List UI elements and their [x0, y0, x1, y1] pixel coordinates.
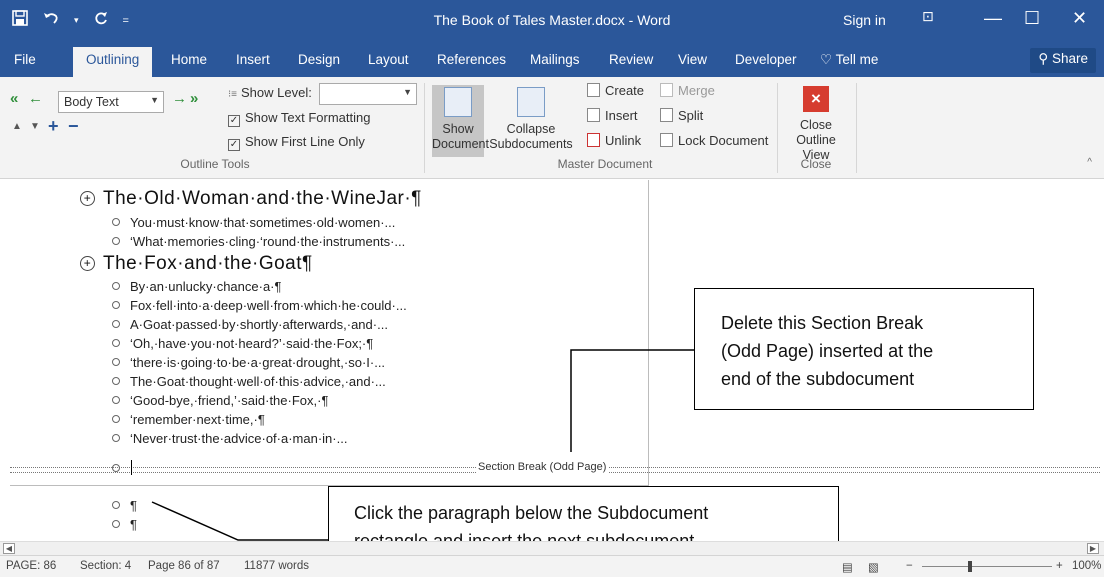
lock-icon — [660, 133, 673, 147]
unlink-subdocument-button[interactable]: Unlink — [587, 133, 641, 148]
status-word-count[interactable]: 11877 words — [244, 560, 309, 572]
close-outline-view-button[interactable]: × Close Outline View — [782, 86, 850, 163]
expand-icon[interactable]: + — [48, 116, 59, 137]
status-page[interactable]: PAGE: 86 — [6, 560, 56, 572]
callout-click-paragraph: Click the paragraph below the Subdocumen… — [328, 486, 839, 541]
show-level-label: ⁝≡ Show Level: — [228, 85, 312, 100]
promote-to-heading1-icon[interactable]: « — [10, 90, 18, 107]
show-text-formatting-checkbox[interactable]: ✓ Show Text Formatting — [228, 110, 370, 127]
lock-document-button[interactable]: Lock Document — [660, 133, 768, 148]
insert-icon — [587, 108, 600, 122]
scroll-left-icon[interactable]: ◀ — [3, 543, 15, 554]
demote-to-body-text-icon[interactable]: » — [190, 90, 198, 107]
collapse-ribbon-icon[interactable]: ^ — [1087, 157, 1092, 168]
status-page-count[interactable]: Page 86 of 87 — [148, 560, 220, 572]
document-area[interactable]: + The·Old·Woman·and·the·WineJar·¶ You·mus… — [0, 180, 1104, 541]
tab-mailings[interactable]: Mailings — [530, 52, 580, 67]
callout-delete-section-break: Delete this Section Break (Odd Page) ins… — [694, 288, 1034, 410]
zoom-level[interactable]: 100% — [1072, 560, 1101, 572]
tab-view[interactable]: View — [678, 52, 707, 67]
group-separator — [856, 83, 857, 173]
tab-home[interactable]: Home — [171, 52, 207, 67]
tab-review[interactable]: Review — [609, 52, 653, 67]
move-down-icon[interactable]: ▼ — [30, 121, 40, 132]
split-subdocument-button[interactable]: Split — [660, 108, 703, 123]
create-subdocument-button[interactable]: Create — [587, 83, 644, 98]
create-icon — [587, 83, 600, 97]
collapse-icon[interactable]: − — [68, 116, 79, 137]
show-document-button[interactable]: Show Document — [432, 87, 489, 152]
merge-subdocument-button[interactable]: Merge — [660, 83, 715, 98]
show-first-line-only-checkbox[interactable]: ✓ Show First Line Only — [228, 134, 365, 151]
ribbon-display-options-icon[interactable]: ⊡ — [922, 8, 934, 25]
horizontal-scrollbar[interactable]: ◀ ▶ — [0, 541, 1104, 555]
group-separator — [777, 83, 778, 173]
zoom-out-button[interactable]: − — [906, 560, 913, 572]
person-icon: ⚲ — [1038, 51, 1049, 66]
read-mode-icon[interactable]: ▧ — [868, 560, 879, 574]
scroll-right-icon[interactable]: ▶ — [1087, 543, 1099, 554]
unlink-icon — [587, 133, 600, 147]
tab-layout[interactable]: Layout — [368, 52, 409, 67]
status-section[interactable]: Section: 4 — [80, 560, 131, 572]
ribbon-tabs: File Outlining Home Insert Design Layout… — [0, 44, 1104, 77]
zoom-in-button[interactable]: + — [1056, 560, 1063, 572]
lightbulb-icon: ♡ — [820, 52, 833, 67]
chevron-down-icon: ▼ — [150, 95, 159, 105]
show-level-dropdown[interactable]: ▼ — [319, 83, 417, 105]
maximize-button[interactable]: ☐ — [1024, 8, 1040, 29]
group-label-close: Close — [800, 157, 832, 171]
web-layout-icon[interactable]: ▤ — [842, 560, 853, 574]
zoom-slider[interactable] — [922, 566, 1052, 567]
checkbox-checked-icon: ✓ — [228, 115, 240, 127]
group-label-master-document: Master Document — [557, 157, 653, 171]
show-document-icon — [444, 87, 472, 117]
promote-icon[interactable]: ← — [28, 90, 43, 107]
demote-icon[interactable]: → — [172, 90, 187, 107]
tab-file[interactable]: File — [14, 52, 36, 67]
tab-developer[interactable]: Developer — [735, 52, 797, 67]
tab-design[interactable]: Design — [298, 52, 340, 67]
insert-subdocument-button[interactable]: Insert — [587, 108, 638, 123]
ribbon: « ← Body Text ▼ → » ▲ ▼ + − ⁝≡ Show Level… — [0, 77, 1104, 179]
tab-outlining[interactable]: Outlining — [73, 47, 153, 77]
group-label-outline-tools: Outline Tools — [180, 157, 250, 171]
tab-insert[interactable]: Insert — [236, 52, 270, 67]
collapse-subdocuments-button[interactable]: Collapse Subdocuments — [486, 87, 576, 152]
close-icon: × — [803, 86, 829, 112]
status-bar: PAGE: 86 Section: 4 Page 86 of 87 11877 … — [0, 555, 1104, 577]
group-separator — [424, 83, 425, 173]
sign-in-link[interactable]: Sign in — [843, 12, 886, 28]
outline-level-dropdown[interactable]: Body Text ▼ — [58, 91, 164, 113]
share-button[interactable]: ⚲ Share — [1030, 48, 1096, 73]
zoom-slider-thumb[interactable] — [968, 561, 972, 572]
merge-icon — [660, 83, 673, 97]
chevron-down-icon: ▼ — [403, 87, 412, 97]
show-level-icon: ⁝≡ — [228, 89, 238, 100]
collapse-subdocuments-icon — [517, 87, 545, 117]
minimize-button[interactable]: — — [984, 8, 1002, 29]
checkbox-checked-icon: ✓ — [228, 139, 240, 151]
close-window-button[interactable]: ✕ — [1072, 8, 1087, 29]
window-title: The Book of Tales Master.docx - Word — [433, 12, 671, 28]
move-up-icon[interactable]: ▲ — [12, 121, 22, 132]
split-icon — [660, 108, 673, 122]
title-bar: ▾ = The Book of Tales Master.docx - Word… — [0, 0, 1104, 44]
tell-me-search[interactable]: ♡ Tell me — [820, 52, 878, 68]
tab-references[interactable]: References — [437, 52, 506, 67]
